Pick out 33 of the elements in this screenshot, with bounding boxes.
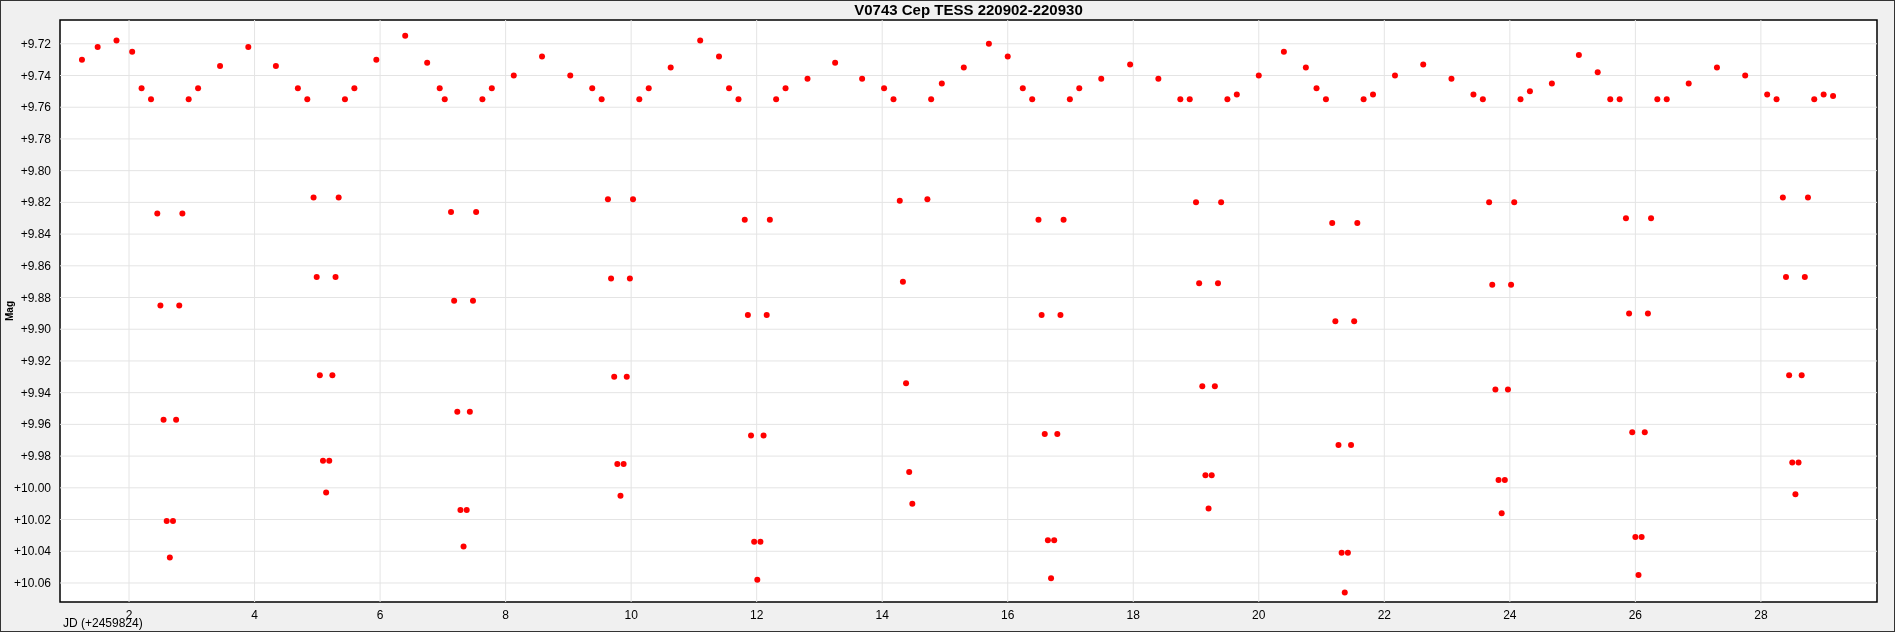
x-tick-label: 22 <box>1377 608 1391 622</box>
y-tick-label: +9.78 <box>20 131 51 146</box>
y-tick-label: +9.76 <box>20 100 51 115</box>
y-tick-label: +9.92 <box>20 353 51 368</box>
y-tick-label: +9.88 <box>20 290 51 305</box>
y-tick-label: +9.86 <box>20 258 51 273</box>
x-tick-label: 14 <box>875 608 889 622</box>
x-tick-label: 12 <box>750 608 764 622</box>
y-tick-label: +10.06 <box>13 575 51 590</box>
y-tick-label: +9.90 <box>20 322 51 337</box>
y-tick-label: +9.98 <box>20 449 51 464</box>
y-tick-label: +9.82 <box>20 195 51 210</box>
x-tick-label: 8 <box>502 608 509 622</box>
y-tick-label: +9.74 <box>20 68 51 83</box>
x-tick-label: 6 <box>376 608 384 622</box>
y-tick-label: +10.02 <box>13 512 51 527</box>
x-tick-label: 4 <box>251 608 258 622</box>
x-tick-label: 10 <box>624 608 638 622</box>
chart-title: V0743 Cep TESS 220902-220930 <box>854 1 1083 18</box>
y-tick-label: +10.04 <box>13 544 51 559</box>
x-tick-label: 18 <box>1126 608 1140 622</box>
y-tick-label: +9.94 <box>20 385 51 400</box>
y-tick-label: +9.80 <box>20 163 51 178</box>
x-tick-label: 28 <box>1754 608 1768 622</box>
x-tick-label: 16 <box>1001 608 1015 622</box>
x-tick-label: 20 <box>1252 608 1266 622</box>
y-tick-label: +9.96 <box>20 417 51 432</box>
y-tick-label: +9.72 <box>20 36 51 51</box>
y-tick-label: +9.84 <box>20 227 51 242</box>
y-axis-label: Mag <box>4 301 15 321</box>
x-tick-label: 24 <box>1503 608 1517 622</box>
x-tick-label: 26 <box>1628 608 1643 622</box>
y-tick-label: +10.00 <box>13 480 51 495</box>
